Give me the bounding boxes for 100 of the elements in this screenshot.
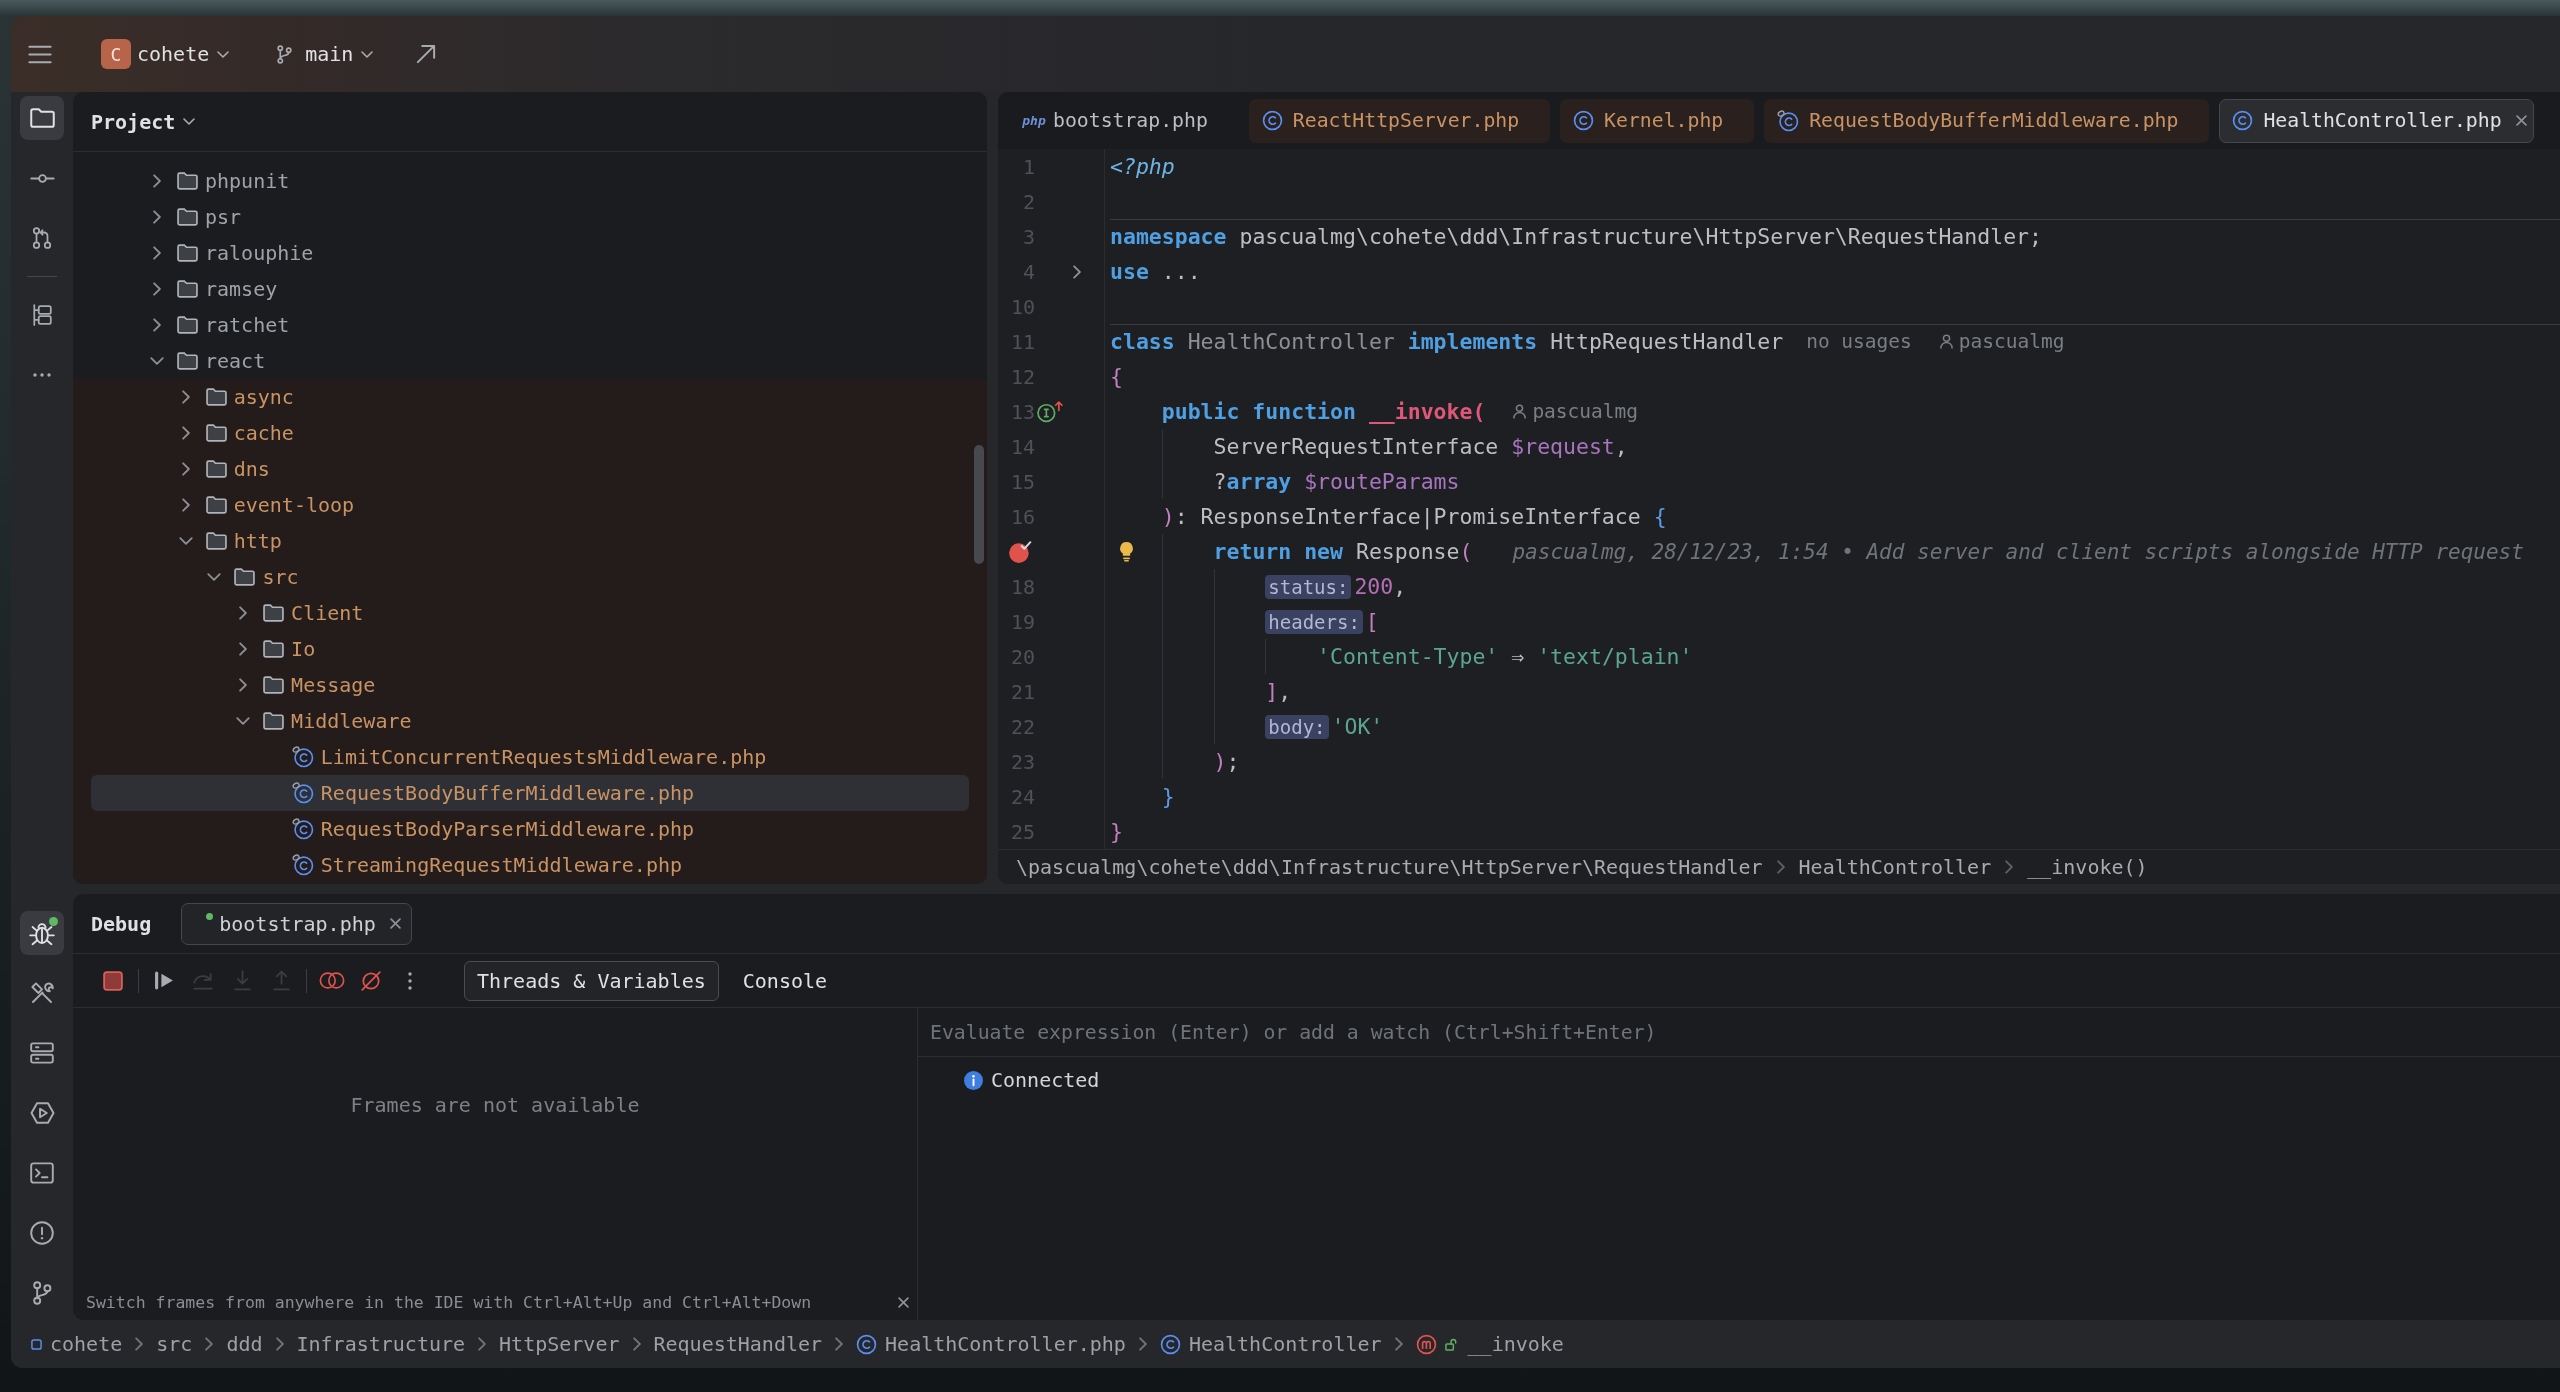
commit-icon [29, 173, 55, 183]
circle-up-arrow-icon[interactable] [1036, 400, 1064, 423]
tree-item[interactable]: ratchet [91, 307, 969, 343]
editor-tab[interactable]: ReactHttpServer.php [1248, 98, 1551, 143]
code-text: namespace pascualmg\cohete\ddd\Infrastructure\HttpServer\RequestHandler; [1110, 224, 2042, 249]
breadcrumb-item[interactable]: RequestHandler [653, 1332, 823, 1356]
chevron-right-icon [835, 1337, 844, 1351]
editor-tab[interactable]: Kernel.php [1560, 98, 1755, 143]
arrow-icon [416, 44, 437, 64]
breadcrumb-item[interactable]: __invoke() [2027, 855, 2148, 879]
code-text: ServerRequestInterface $request, [1213, 434, 1628, 459]
person-icon [1939, 334, 1953, 349]
tree-item[interactable]: RequestBodyBufferMiddleware.php [91, 775, 969, 811]
tree-item[interactable]: ramsey [91, 271, 969, 307]
chevron-right-icon [1394, 1337, 1403, 1351]
blame-annotation: pascualmg, 28/12/23, 1:54 • Add server and client scripts alongside HTTP request [1512, 539, 2524, 564]
play-icon [29, 1102, 55, 1124]
mute-breakpoints-button[interactable] [359, 968, 383, 993]
chevron-right-icon[interactable] [1073, 264, 1081, 279]
watch-input[interactable]: Evaluate expression (Enter) or add a watch (Ctrl+Shift+Enter) [918, 1008, 2560, 1057]
tool-window-button[interactable] [20, 96, 64, 140]
code-text: [ [1365, 609, 1379, 634]
breadcrumb-item[interactable]: ddd [226, 1332, 263, 1356]
more-icon [408, 970, 412, 991]
close-button[interactable] [898, 1296, 909, 1308]
project-selector[interactable]: C cohete [101, 39, 230, 69]
chevron-right-icon [1776, 860, 1785, 874]
breadcrumb-item[interactable]: Infrastructure [296, 1332, 466, 1356]
tree-item[interactable]: ralouphie [91, 235, 969, 271]
usage-hint[interactable]: no usages [1806, 330, 1912, 353]
tree-item[interactable]: phpunit [91, 163, 969, 199]
chevron-right-icon [632, 1337, 641, 1351]
circle-c-icon [2232, 110, 2254, 131]
editor-tab[interactable]: RequestBodyBufferMiddleware.php [1764, 98, 2210, 143]
console-message: Connected [991, 1068, 1100, 1092]
step-out-icon [271, 970, 291, 991]
stop-icon [103, 970, 123, 991]
breadcrumb-item[interactable]: __invoke [1415, 1332, 1564, 1356]
code-text: 'OK' [1331, 714, 1384, 739]
circle-c-icon [291, 746, 314, 768]
terminal-icon [30, 1162, 54, 1184]
code-text: ], [1265, 679, 1292, 704]
exclamation-circle-icon [30, 1221, 54, 1245]
editor-tab[interactable]: HealthController.php [2219, 98, 2534, 143]
breadcrumb-item[interactable]: \pascualmg\cohete\ddd\Infrastructure\HttpServer\RequestHandler [1016, 855, 1763, 879]
open-button[interactable] [416, 44, 437, 64]
slashed-circle-icon [360, 969, 382, 992]
main-menu-button[interactable] [28, 44, 52, 64]
panel-title: Debug [91, 911, 152, 936]
step-into-icon [232, 970, 252, 991]
view-tab[interactable]: Threads & Variables [464, 960, 719, 1001]
chevron-right-icon [2005, 860, 2014, 874]
folder-icon [205, 424, 227, 442]
tree-item[interactable]: psr [91, 199, 969, 235]
chevron-right-icon [135, 1337, 144, 1351]
tip-text: Switch frames from anywhere in the IDE with Ctrl+Alt+Up and Ctrl+Alt+Down [86, 1292, 812, 1312]
editor-tab[interactable]: php bootstrap.php [1009, 98, 1239, 143]
code-text: <?php [1110, 154, 1175, 179]
folder-icon [263, 640, 285, 658]
view-tab[interactable]: Console [729, 960, 841, 1001]
scrollbar[interactable] [974, 445, 984, 564]
panel-title-dropdown[interactable]: Project [91, 109, 196, 134]
lightbulb-icon[interactable] [1119, 541, 1134, 562]
session-tab[interactable]: bootstrap.php [181, 902, 412, 945]
chevron-right-icon [205, 1337, 214, 1351]
resume-icon [153, 971, 175, 990]
breadcrumb-item[interactable]: HttpServer [499, 1332, 620, 1356]
code-text: public function __invoke( [1161, 399, 1486, 424]
circle-c-icon [856, 1333, 878, 1355]
file-type-label: php [1022, 113, 1046, 128]
code-text: return new Response( [1213, 539, 1473, 564]
author-hint[interactable]: pascualmg [1958, 330, 2065, 353]
breadcrumb-item[interactable]: cohete [31, 1332, 123, 1356]
tree-item[interactable]: react [91, 343, 969, 379]
folder-icon [263, 604, 285, 622]
breadcrumb-item[interactable]: src [156, 1332, 193, 1356]
tool-window-button[interactable] [20, 911, 64, 955]
person-icon [1513, 404, 1527, 419]
chevron-right-icon [1138, 1337, 1147, 1351]
folder-icon [263, 712, 285, 730]
double-circle-icon [319, 971, 345, 990]
caret-icon [183, 118, 196, 125]
chevron-right-icon [478, 1337, 487, 1351]
code-text: } [1161, 784, 1175, 809]
branch-selector[interactable]: main [277, 42, 374, 66]
breadcrumb-item[interactable]: HealthController [1798, 855, 1992, 879]
close-icon [389, 918, 401, 929]
breakpoint-icon[interactable] [1008, 539, 1032, 564]
code-text: class HealthController implements HttpRequestHandler [1110, 329, 1784, 354]
code-text: use ... [1110, 259, 1201, 284]
code-text: } [1110, 819, 1123, 844]
breadcrumb-item[interactable]: HealthController [1159, 1332, 1382, 1356]
breadcrumb-item[interactable]: HealthController.php [856, 1332, 1126, 1356]
stop-button[interactable] [101, 968, 125, 993]
close-icon [898, 1296, 909, 1308]
circle-c-icon [291, 818, 314, 840]
folder-icon [263, 676, 285, 694]
folder-icon [177, 244, 198, 262]
close-icon [2515, 115, 2527, 126]
author-hint[interactable]: pascualmg [1532, 400, 1639, 423]
